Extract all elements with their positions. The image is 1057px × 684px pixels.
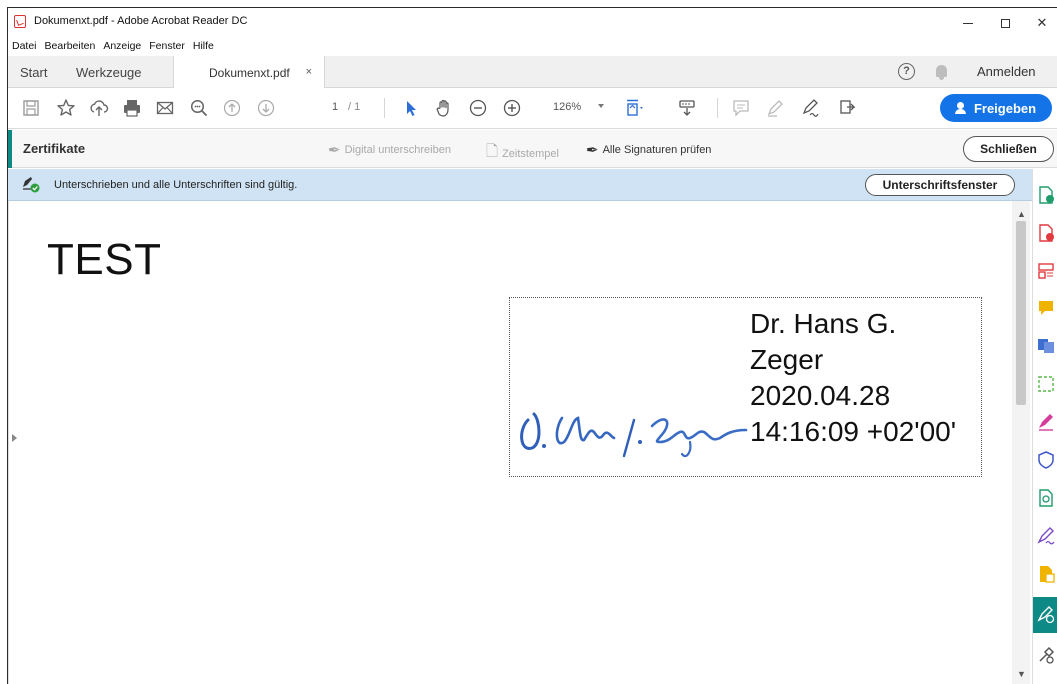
reading-mode-icon[interactable] bbox=[676, 97, 698, 119]
validate-signature-icon: ✒ bbox=[586, 142, 599, 159]
organize-pages-icon[interactable] bbox=[1033, 257, 1057, 285]
sign-icon[interactable] bbox=[1033, 522, 1057, 550]
close-certificates-button[interactable]: Schließen bbox=[963, 136, 1054, 162]
close-window-button[interactable]: ✕ bbox=[1023, 8, 1057, 38]
signature-time: 14:16:09 +02'00' bbox=[750, 416, 957, 447]
signature-panel-button[interactable]: Unterschriftsfenster bbox=[865, 174, 1015, 196]
document-heading: TEST bbox=[47, 235, 162, 284]
digital-sign-label: Digital unterschreiben bbox=[344, 144, 451, 156]
signature-status-bar: Unterschrieben und alle Unterschriften s… bbox=[8, 169, 1032, 201]
tab-document-label: Dokumenxt.pdf bbox=[209, 65, 290, 80]
tab-start[interactable]: Start bbox=[20, 56, 47, 88]
timestamp-label: Zeitstempel bbox=[502, 147, 559, 160]
highlight-pen-icon[interactable] bbox=[764, 97, 786, 119]
signer-name-line1: Dr. Hans G. bbox=[750, 308, 897, 339]
share-button-label: Freigeben bbox=[973, 100, 1037, 116]
email-icon[interactable] bbox=[154, 97, 176, 119]
previous-page-icon[interactable] bbox=[221, 97, 243, 119]
certificates-accent-bar bbox=[8, 130, 12, 168]
create-pdf-icon[interactable] bbox=[1033, 219, 1057, 247]
scroll-up-icon[interactable]: ▲ bbox=[1017, 209, 1026, 219]
validate-all-label: Alle Signaturen prüfen bbox=[602, 144, 712, 156]
zoom-out-icon[interactable] bbox=[467, 97, 489, 119]
right-tools-panel bbox=[1032, 169, 1057, 684]
toolbar-divider bbox=[717, 98, 718, 118]
comment-icon[interactable] bbox=[730, 97, 752, 119]
signature-date: 2020.04.28 bbox=[750, 380, 891, 411]
menu-view[interactable]: Anzeige bbox=[103, 40, 141, 56]
bookmark-star-icon[interactable] bbox=[55, 97, 77, 119]
hand-tool-icon[interactable] bbox=[433, 97, 455, 119]
close-icon: ✕ bbox=[1036, 15, 1048, 30]
certificates-toolbar: Zertifikate ✒ Digital unterschreiben 🗋 Z… bbox=[8, 130, 1057, 168]
digital-sign-button[interactable]: ✒ Digital unterschreiben bbox=[328, 141, 451, 159]
window-title: Dokumenxt.pdf - Adobe Acrobat Reader DC bbox=[34, 15, 248, 27]
menu-edit[interactable]: Bearbeiten bbox=[45, 40, 96, 56]
minimize-button[interactable] bbox=[949, 8, 987, 38]
certificates-title: Zertifikate bbox=[23, 141, 86, 156]
maximize-icon bbox=[1000, 18, 1010, 28]
search-icon[interactable] bbox=[188, 97, 210, 119]
fill-sign-icon[interactable] bbox=[800, 97, 822, 119]
menu-window[interactable]: Fenster bbox=[149, 40, 185, 56]
zoom-level[interactable]: 126% bbox=[553, 101, 581, 113]
compress-icon[interactable] bbox=[1033, 370, 1057, 398]
signature-valid-icon bbox=[23, 177, 40, 193]
document-view[interactable]: TEST Dr. Hans G. Zeger 2020.04.28 14:16:… bbox=[8, 201, 1032, 684]
cloud-upload-icon[interactable] bbox=[88, 97, 110, 119]
tab-document[interactable]: Dokumenxt.pdf × bbox=[173, 56, 325, 89]
share-user-icon bbox=[954, 102, 968, 114]
send-for-review-icon[interactable] bbox=[1033, 484, 1057, 512]
more-tools-icon[interactable] bbox=[836, 97, 858, 119]
export-icon[interactable] bbox=[1033, 560, 1057, 588]
timestamp-button[interactable]: 🗋 Zeitstempel bbox=[486, 141, 559, 166]
page-total: / 1 bbox=[348, 101, 361, 113]
signin-link[interactable]: Anmelden bbox=[977, 64, 1036, 79]
zoom-in-icon[interactable] bbox=[501, 97, 523, 119]
sign-pen-icon: ✒ bbox=[328, 142, 341, 159]
protect-icon[interactable] bbox=[1033, 446, 1057, 474]
help-icon[interactable]: ? bbox=[898, 63, 915, 80]
comment-icon[interactable] bbox=[1033, 294, 1057, 322]
acrobat-app-icon bbox=[14, 15, 26, 28]
tab-close-icon[interactable]: × bbox=[306, 66, 312, 78]
signature-details: Dr. Hans G. Zeger 2020.04.28 14:16:09 +0… bbox=[750, 306, 956, 450]
vertical-scrollbar[interactable]: ▲ ▼ bbox=[1012, 201, 1030, 684]
next-page-icon[interactable] bbox=[255, 97, 277, 119]
edit-pdf-icon[interactable] bbox=[1033, 332, 1057, 360]
tab-tools[interactable]: Werkzeuge bbox=[76, 56, 142, 88]
toolbar-divider bbox=[384, 98, 385, 118]
signature-field[interactable]: Dr. Hans G. Zeger 2020.04.28 14:16:09 +0… bbox=[509, 297, 982, 477]
scroll-down-icon[interactable]: ▼ bbox=[1017, 669, 1026, 679]
title-bar: Dokumenxt.pdf - Adobe Acrobat Reader DC … bbox=[8, 8, 1057, 38]
main-toolbar: 1 / 1 126% Freigeben bbox=[8, 88, 1057, 129]
fill-sign-icon[interactable] bbox=[1033, 408, 1057, 436]
menu-bar: Datei Bearbeiten Anzeige Fenster Hilfe bbox=[8, 38, 1057, 56]
menu-file[interactable]: Datei bbox=[12, 40, 37, 56]
print-icon[interactable] bbox=[121, 97, 143, 119]
signature-status-message: Unterschrieben und alle Unterschriften s… bbox=[54, 179, 298, 191]
export-pdf-icon[interactable] bbox=[1033, 181, 1057, 209]
scroll-thumb[interactable] bbox=[1016, 221, 1026, 405]
tab-bar: Start Werkzeuge Dokumenxt.pdf × ? Anmeld… bbox=[8, 56, 1057, 89]
maximize-button[interactable] bbox=[986, 8, 1024, 38]
validate-all-signatures-button[interactable]: ✒ Alle Signaturen prüfen bbox=[586, 141, 711, 159]
menu-help[interactable]: Hilfe bbox=[193, 40, 214, 56]
acrobat-window: Dokumenxt.pdf - Adobe Acrobat Reader DC … bbox=[7, 7, 1057, 684]
signer-name-line2: Zeger bbox=[750, 344, 824, 375]
save-icon[interactable] bbox=[20, 97, 42, 119]
zoom-dropdown-icon[interactable] bbox=[598, 104, 604, 108]
select-cursor-icon[interactable] bbox=[400, 97, 422, 119]
page-fit-icon[interactable] bbox=[623, 97, 645, 119]
page-number-input[interactable]: 1 bbox=[326, 101, 344, 113]
more-tools-icon[interactable] bbox=[1033, 641, 1057, 669]
handwritten-signature bbox=[520, 412, 748, 458]
expand-left-pane-icon[interactable] bbox=[12, 434, 17, 442]
notification-bell-icon[interactable] bbox=[936, 65, 947, 80]
share-button[interactable]: Freigeben bbox=[940, 94, 1052, 122]
minimize-icon bbox=[963, 22, 973, 24]
timestamp-icon: 🗋 bbox=[486, 143, 499, 160]
certificates-icon[interactable] bbox=[1033, 597, 1057, 633]
